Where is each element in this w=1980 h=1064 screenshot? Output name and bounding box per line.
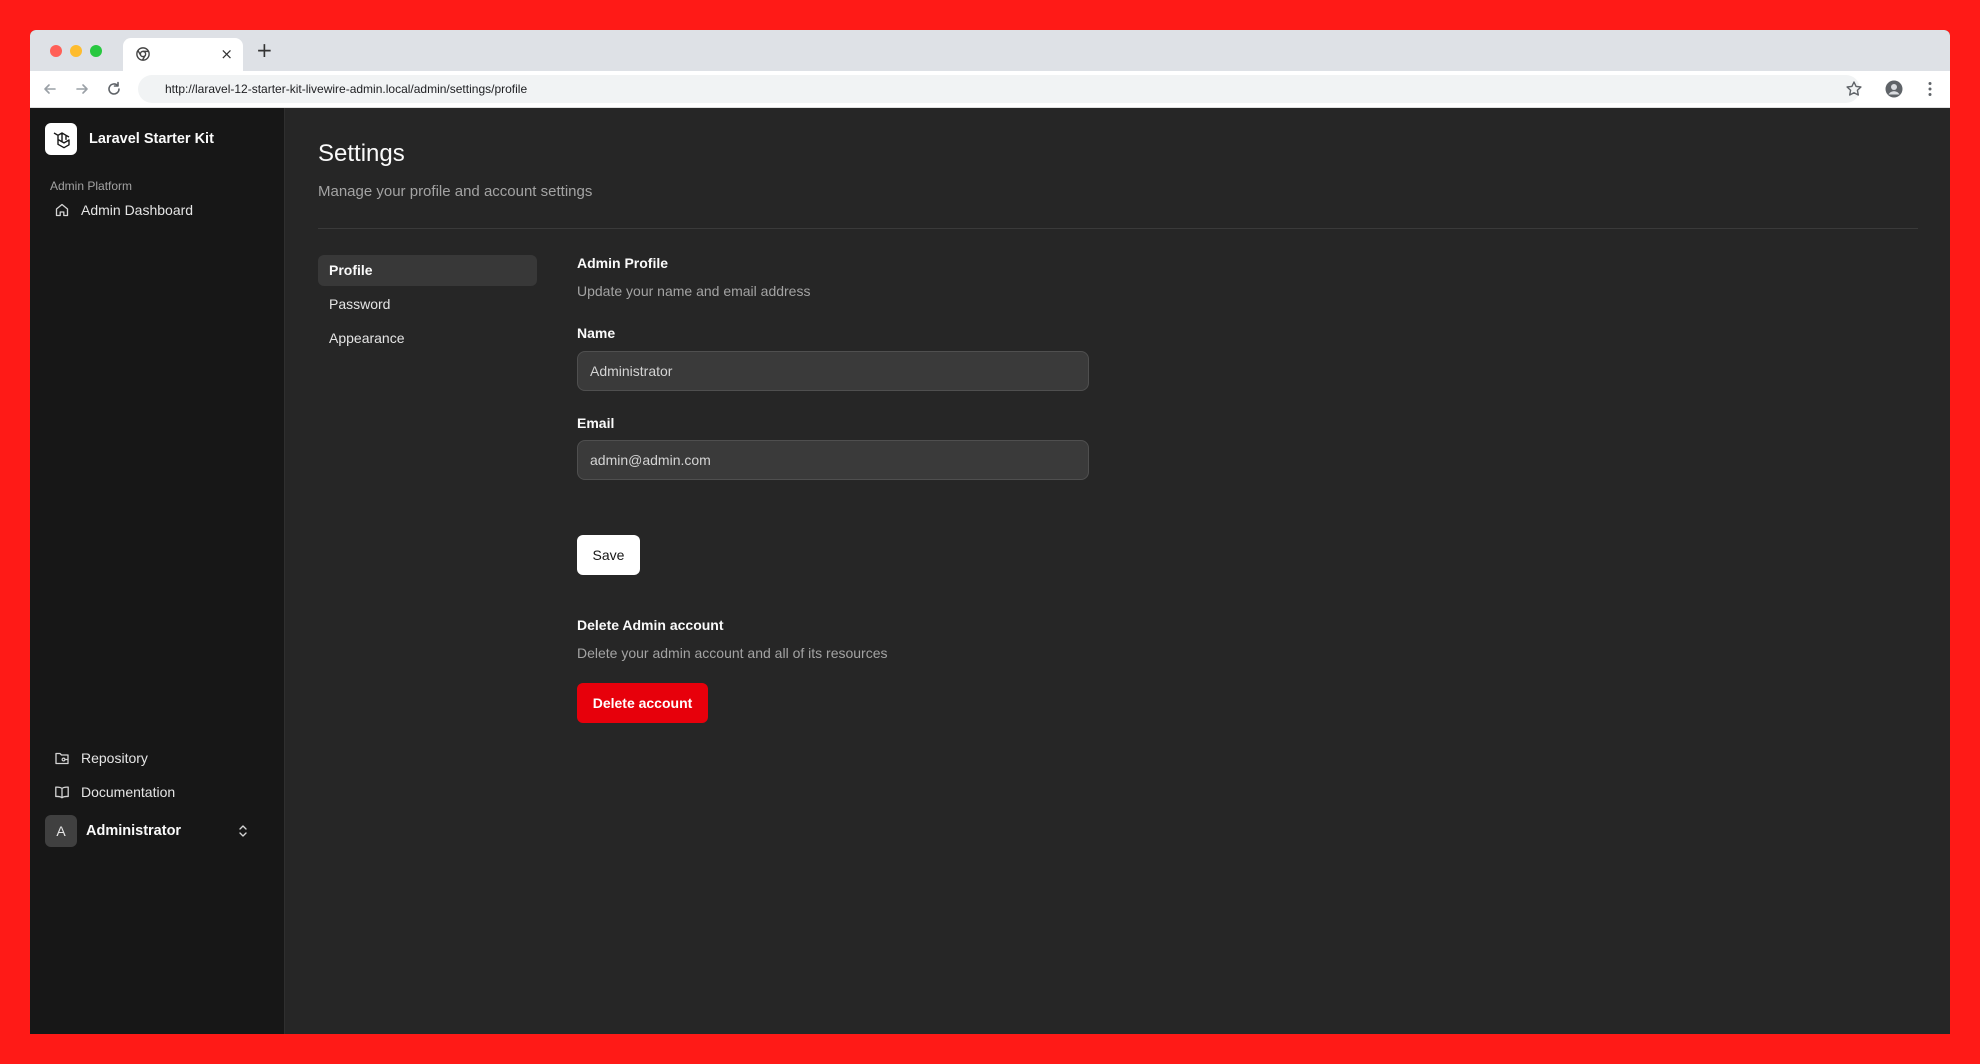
- brand[interactable]: Laravel Starter Kit: [45, 123, 214, 155]
- profile-icon[interactable]: [1885, 80, 1903, 98]
- close-window-button[interactable]: [50, 45, 62, 57]
- avatar: A: [45, 815, 77, 847]
- profile-section-description: Update your name and email address: [577, 283, 811, 299]
- delete-account-button[interactable]: Delete account: [577, 683, 708, 723]
- book-open-icon: [54, 784, 70, 800]
- browser-toolbar: http://laravel-12-starter-kit-livewire-a…: [30, 71, 1950, 108]
- settings-nav-profile[interactable]: Profile: [318, 255, 537, 286]
- tab-strip: × +: [30, 30, 1950, 71]
- user-menu[interactable]: A Administrator: [45, 813, 270, 849]
- chrome-icon: [136, 47, 150, 61]
- folder-git-icon: [54, 750, 70, 766]
- email-label: Email: [577, 415, 615, 431]
- sidebar-item-admin-dashboard[interactable]: Admin Dashboard: [45, 195, 270, 225]
- main-content: Settings Manage your profile and account…: [286, 108, 1950, 1034]
- sidebar-item-label: Documentation: [81, 784, 176, 800]
- settings-nav-password[interactable]: Password: [318, 289, 537, 320]
- forward-arrow-icon[interactable]: [73, 80, 91, 98]
- home-icon: [54, 202, 70, 218]
- settings-nav: Profile Password Appearance: [318, 255, 537, 357]
- browser-window: × + http://laravel-12-starter-kit-livewi…: [30, 30, 1950, 1034]
- new-tab-button[interactable]: +: [256, 40, 273, 60]
- name-field[interactable]: [577, 351, 1089, 391]
- sidebar-item-documentation[interactable]: Documentation: [45, 777, 270, 807]
- sidebar-item-label: Repository: [81, 750, 148, 766]
- sidebar-item-repository[interactable]: Repository: [45, 743, 270, 773]
- user-name: Administrator: [86, 823, 182, 839]
- nav-group-label: Admin Platform: [50, 179, 133, 193]
- delete-section-description: Delete your admin account and all of its…: [577, 645, 888, 661]
- sidebar: Laravel Starter Kit Admin Platform Admin…: [30, 108, 285, 1034]
- browser-tab[interactable]: ×: [123, 38, 243, 71]
- name-label: Name: [577, 325, 616, 341]
- address-bar[interactable]: http://laravel-12-starter-kit-livewire-a…: [138, 75, 1860, 103]
- close-tab-icon[interactable]: ×: [220, 45, 233, 63]
- delete-section-title: Delete Admin account: [577, 617, 724, 633]
- sidebar-item-label: Admin Dashboard: [81, 202, 194, 218]
- more-menu-icon[interactable]: [1921, 80, 1939, 98]
- divider: [318, 228, 1918, 229]
- page-subtitle: Manage your profile and account settings: [318, 183, 593, 200]
- back-arrow-icon[interactable]: [41, 80, 59, 98]
- laravel-logo-icon: [45, 123, 77, 155]
- save-button[interactable]: Save: [577, 535, 640, 575]
- settings-nav-appearance[interactable]: Appearance: [318, 323, 537, 354]
- page-title: Settings: [318, 140, 405, 167]
- brand-name: Laravel Starter Kit: [89, 131, 214, 147]
- bookmark-star-icon[interactable]: [1845, 80, 1863, 98]
- email-field[interactable]: [577, 440, 1089, 480]
- chevrons-up-down-icon: [239, 825, 247, 837]
- reload-icon[interactable]: [105, 80, 123, 98]
- profile-section-title: Admin Profile: [577, 255, 669, 271]
- minimize-window-button[interactable]: [70, 45, 82, 57]
- url-text: http://laravel-12-starter-kit-livewire-a…: [165, 82, 528, 96]
- maximize-window-button[interactable]: [90, 45, 102, 57]
